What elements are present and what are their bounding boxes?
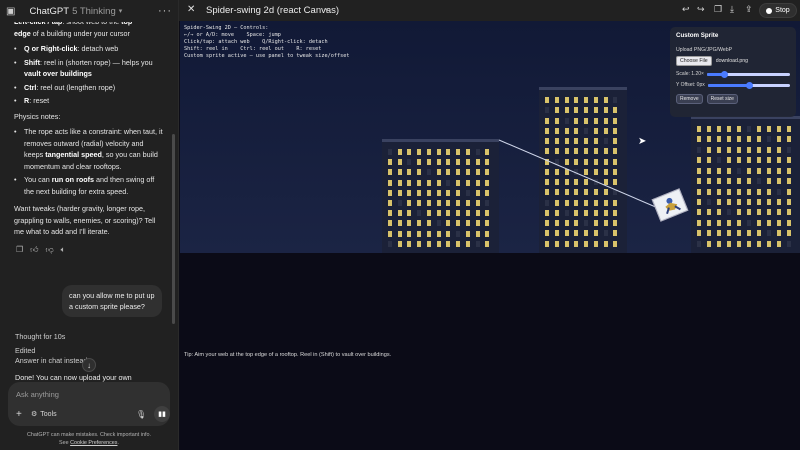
- assistant-reply-text: Done! You can now upload your own: [15, 373, 132, 382]
- stop-icon: [766, 7, 773, 14]
- list-item: Shift: reel in (shorten rope) — helps yo…: [14, 57, 164, 80]
- composer: + ⚙︎Tools 🎙︎ ▮▮: [8, 382, 170, 426]
- sliders-icon: ⚙︎: [31, 411, 38, 418]
- chat-pane: Left-click / tap: shoot web to the top e…: [0, 0, 178, 450]
- hud-line: Click/tap: attach web Q/Right-click: det…: [184, 39, 328, 45]
- speaker-icon[interactable]: 🔈︎: [61, 244, 66, 256]
- controls-list: Q or Right-click: detach web Shift: reel…: [0, 43, 178, 107]
- edge-word: edge: [14, 28, 31, 38]
- chevron-down-icon[interactable]: ▾: [325, 6, 329, 14]
- hud-line: Shift: reel in Ctrl: reel out R: reset: [184, 46, 322, 52]
- panel-title: Custom Sprite: [676, 32, 719, 39]
- hud-line: ←/→ or A/D: move Space: jump: [184, 32, 281, 38]
- share-icon[interactable]: ⇪: [745, 4, 753, 15]
- tools-button[interactable]: ⚙︎ Tools: [31, 410, 57, 419]
- chat-input[interactable]: [16, 387, 156, 401]
- chat-transcript[interactable]: Left-click / tap: shoot web to the top e…: [0, 14, 178, 384]
- model-selector-variant[interactable]: 5 Thinking: [72, 6, 116, 17]
- close-icon[interactable]: ✕: [187, 4, 195, 15]
- y-offset-slider-thumb[interactable]: [745, 81, 753, 89]
- file-row: Choose File download.png: [676, 56, 790, 66]
- scroll-down-icon[interactable]: ↓: [82, 358, 96, 372]
- list-item: You can run on roofs and then swing off …: [14, 174, 164, 197]
- canvas-title[interactable]: Spider-swing 2d (react Canvas): [206, 5, 339, 16]
- copy-icon[interactable]: ❐: [16, 244, 23, 256]
- plus-icon[interactable]: +: [16, 409, 22, 420]
- controls-hud: Spider-Swing 2D — Controls: ←/→ or A/D: m…: [184, 25, 350, 60]
- stop-label: Stop: [775, 7, 790, 14]
- user-message: can you allow me to put up a custom spri…: [62, 285, 162, 317]
- y-offset-label: Y Offset: 0px: [676, 82, 705, 88]
- physics-list: The rope acts like a constraint: when ta…: [0, 126, 178, 197]
- edge-text: of a building under your cursor: [30, 28, 130, 38]
- edited-label: Edited: [15, 346, 36, 355]
- redo-icon[interactable]: ↪: [697, 4, 705, 15]
- stop-button[interactable]: Stop: [759, 3, 797, 18]
- y-offset-slider-fill: [707, 83, 749, 87]
- canvas-pane: ✕ Spider-swing 2d (react Canvas) ▾ ↩ ↪ ❐…: [178, 0, 800, 450]
- reset-size-button[interactable]: Reset size: [706, 94, 738, 104]
- panel-actions: Remove Reset size: [676, 94, 790, 104]
- thumbs-down-icon[interactable]: 👎︎: [46, 244, 54, 256]
- copy-icon[interactable]: ❐: [714, 4, 722, 15]
- answer-in-chat-link[interactable]: Answer in chat instead: [15, 356, 87, 365]
- y-offset-row: Y Offset: 0px: [676, 81, 790, 89]
- chat-scrollbar[interactable]: [172, 134, 175, 324]
- voice-mode-icon[interactable]: ▮▮: [154, 406, 170, 422]
- disclaimer-text: ChatGPT can make mistakes. Check importa…: [27, 432, 151, 438]
- scale-label: Scale: 1.20×: [676, 71, 704, 77]
- disclaimer-see: See: [59, 440, 69, 446]
- cookie-preferences-link[interactable]: Cookie Preferences: [70, 440, 117, 446]
- tip-text: Tip: Aim your web at the top edge of a r…: [184, 352, 392, 358]
- upload-label: Upload PNG/JPG/WebP: [676, 47, 733, 53]
- sidebar-toggle-icon[interactable]: ▣: [6, 6, 15, 17]
- canvas-header: ✕ Spider-swing 2d (react Canvas) ▾ ↩ ↪ ❐…: [179, 0, 800, 21]
- chevron-down-icon[interactable]: ▾: [119, 7, 123, 15]
- model-selector-name[interactable]: ChatGPT: [29, 6, 69, 17]
- chat-header: ▣ ChatGPT 5 Thinking ▾ ···: [0, 0, 178, 22]
- hud-line: Custom sprite active — use panel to twea…: [184, 53, 350, 59]
- thought-duration[interactable]: Thought for 10s: [15, 332, 65, 341]
- remove-sprite-button[interactable]: Remove: [676, 94, 703, 104]
- list-item: Ctrl: reel out (lengthen rope): [14, 82, 164, 94]
- hud-line: Spider-Swing 2D — Controls:: [184, 25, 269, 31]
- choose-file-button[interactable]: Choose File: [676, 56, 712, 66]
- list-item: Q or Right-click: detach web: [14, 43, 164, 55]
- list-item: R: reset: [14, 95, 164, 107]
- y-offset-slider[interactable]: [707, 81, 790, 89]
- microphone-icon[interactable]: 🎙︎: [136, 410, 146, 419]
- disclaimer-end: .: [117, 440, 119, 446]
- selected-file-name: download.png: [715, 58, 748, 64]
- undo-icon[interactable]: ↩: [682, 4, 690, 15]
- disclaimer: ChatGPT can make mistakes. Check importa…: [0, 431, 178, 447]
- closing-paragraph: Want tweaks (harder gravity, longer rope…: [14, 204, 156, 236]
- download-icon[interactable]: ⤓: [730, 4, 734, 15]
- mouse-cursor-icon: ➤: [638, 136, 647, 147]
- list-item: The rope acts like a constraint: when ta…: [14, 126, 164, 172]
- physics-heading: Physics notes:: [14, 111, 61, 121]
- scale-row: Scale: 1.20×: [676, 70, 790, 78]
- thumbs-up-icon[interactable]: 👍︎: [30, 244, 38, 256]
- scale-slider[interactable]: [706, 70, 790, 78]
- tools-label: Tools: [40, 410, 57, 418]
- message-actions: ❐ 👍︎ 👎︎ 🔈︎: [0, 244, 178, 256]
- more-options-icon[interactable]: ···: [158, 5, 172, 17]
- custom-sprite-panel: Custom Sprite Upload PNG/JPG/WebP Choose…: [670, 27, 796, 117]
- scale-slider-thumb[interactable]: [720, 70, 728, 78]
